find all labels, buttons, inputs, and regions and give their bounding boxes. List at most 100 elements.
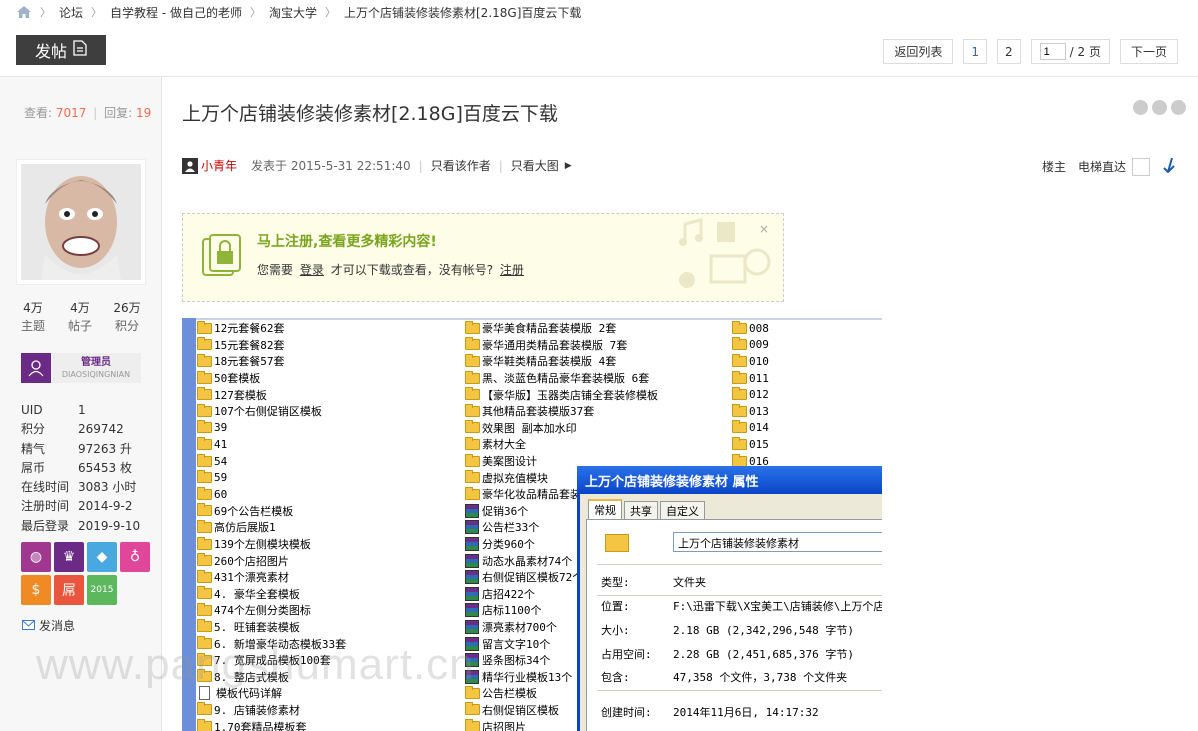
file-item[interactable]: 41 xyxy=(197,436,346,453)
file-item[interactable]: 6. 新增豪华动态模板33套 xyxy=(197,635,346,652)
document-icon xyxy=(199,686,210,701)
file-item[interactable]: 模板代码详解 xyxy=(197,685,346,702)
file-item[interactable]: 豪华通用类精品套装模版 7套 xyxy=(465,337,658,354)
folder-icon xyxy=(197,669,212,683)
post-image[interactable]: 12元套餐62套 15元套餐82套 18元套餐57套 50套模板 127套模板 107个右… xyxy=(182,318,882,731)
file-item[interactable]: 69个公告栏模板 xyxy=(197,503,346,520)
close-icon[interactable]: × xyxy=(759,222,769,236)
medal-icon[interactable]: ♁ xyxy=(120,542,150,572)
file-item[interactable]: 素材大全 xyxy=(465,436,658,453)
file-name: 店招图片 xyxy=(482,720,526,731)
folder-name-field[interactable]: 上万个店铺装修装修素材 xyxy=(673,532,882,552)
file-item[interactable]: 1.70套精品模板套 xyxy=(197,718,346,731)
avatar[interactable] xyxy=(16,159,146,285)
page-jump-input[interactable] xyxy=(1039,43,1066,60)
print-icon[interactable] xyxy=(1133,100,1148,115)
file-name: 54 xyxy=(214,454,228,468)
tab-general[interactable]: 常规 xyxy=(588,499,622,519)
file-item[interactable]: 107个右侧促销区模板 xyxy=(197,403,346,420)
next-thread-icon[interactable] xyxy=(1171,100,1186,115)
page-1-link[interactable]: 1 xyxy=(963,39,988,64)
view-reply-counts: 查看: 7017 | 回复: 19 xyxy=(24,104,151,121)
file-item[interactable]: 豪华鞋类精品套装模版 4套 xyxy=(465,353,658,370)
breadcrumb-taobao[interactable]: 淘宝大学 xyxy=(269,4,317,21)
file-item[interactable]: 012 xyxy=(732,386,769,403)
file-item[interactable]: 127套模板 xyxy=(197,386,346,403)
prop-key: 占用空间: xyxy=(601,648,652,661)
file-item[interactable]: 7. 宽屏成品模板100套 xyxy=(197,652,346,669)
stat-threads[interactable]: 4万 主题 xyxy=(10,299,56,335)
file-item[interactable]: 豪华美食精品套装模版 2套 xyxy=(465,320,658,337)
stat-points[interactable]: 26万 积分 xyxy=(104,299,150,335)
file-item[interactable]: 8. 整店式模板 xyxy=(197,668,346,685)
register-link[interactable]: 注册 xyxy=(500,263,524,277)
medal-icon[interactable]: ◍ xyxy=(21,542,51,572)
only-author-link[interactable]: 只看该作者 xyxy=(431,157,491,174)
login-link[interactable]: 登录 xyxy=(300,263,324,277)
elevator-go-icon[interactable] xyxy=(1162,157,1176,176)
file-item[interactable]: 9. 店铺装修素材 xyxy=(197,702,346,719)
file-item[interactable]: 5. 旺铺套装模板 xyxy=(197,619,346,636)
folder-icon xyxy=(197,652,212,666)
folder-icon xyxy=(732,320,747,334)
file-item[interactable]: 431个漂亮素材 xyxy=(197,569,346,586)
medal-icon[interactable]: 2015 xyxy=(87,575,117,605)
medal-icon[interactable]: ◆ xyxy=(87,542,117,572)
only-big-images-link[interactable]: 只看大图 xyxy=(511,157,559,174)
file-item[interactable]: 18元套餐57套 xyxy=(197,353,346,370)
login-notice: 马上注册,查看更多精彩内容! 您需要 登录 才可以下载或查看，没有帐号? 注册 … xyxy=(182,213,784,302)
file-item[interactable]: 4. 豪华全套模板 xyxy=(197,586,346,603)
file-name: 12元套餐62套 xyxy=(214,322,285,336)
file-name: 50套模板 xyxy=(214,372,261,386)
tab-customize[interactable]: 自定义 xyxy=(660,501,705,519)
info-key: 注册时间 xyxy=(21,499,70,514)
tab-sharing[interactable]: 共享 xyxy=(624,501,658,519)
file-name: 素材大全 xyxy=(482,438,526,452)
breadcrumb-forum[interactable]: 论坛 xyxy=(59,4,83,21)
file-item[interactable]: 011 xyxy=(732,370,769,387)
file-item[interactable]: 其他精品套装模版37套 xyxy=(465,403,658,420)
file-item[interactable]: 黑、淡蓝色精品豪华套装模版 6套 xyxy=(465,370,658,387)
file-item[interactable]: 008 xyxy=(732,320,769,337)
file-item[interactable]: 50套模板 xyxy=(197,370,346,387)
file-item[interactable]: 013 xyxy=(732,403,769,420)
file-item[interactable]: 效果图 副本加水印 xyxy=(465,420,658,437)
file-item[interactable]: 39 xyxy=(197,420,346,437)
file-item[interactable]: 60 xyxy=(197,486,346,503)
send-message-link[interactable]: 发消息 xyxy=(22,617,75,634)
file-name: 013 xyxy=(749,404,769,418)
file-item[interactable]: 014 xyxy=(732,420,769,437)
prev-thread-icon[interactable] xyxy=(1152,100,1167,115)
home-icon[interactable] xyxy=(16,5,32,19)
breadcrumb-tutorial[interactable]: 自学教程 - 做自己的老师 xyxy=(110,4,242,21)
archive-icon xyxy=(465,669,479,684)
file-item[interactable]: 54 xyxy=(197,453,346,470)
info-row: UID 1 xyxy=(21,401,140,420)
next-page-button[interactable]: 下一页 xyxy=(1119,39,1178,64)
page-total: / 2 页 xyxy=(1069,45,1101,59)
breadcrumb-current[interactable]: 上万个店铺装修装修素材[2.18G]百度云下载 xyxy=(344,4,581,21)
file-item[interactable]: 高仿后展版1 xyxy=(197,519,346,536)
file-item[interactable]: 010 xyxy=(732,353,769,370)
new-post-button[interactable]: 发帖 xyxy=(16,35,106,65)
medal-icon[interactable]: 屌 xyxy=(54,575,84,605)
author-link[interactable]: 小青年 xyxy=(201,157,237,174)
file-item[interactable]: 260个店招图片 xyxy=(197,552,346,569)
file-item[interactable]: 【豪华版】玉器类店铺全套装修模板 xyxy=(465,386,658,403)
page-2-link[interactable]: 2 xyxy=(997,39,1021,64)
file-item[interactable]: 15元套餐82套 xyxy=(197,337,346,354)
elevator-input[interactable] xyxy=(1132,157,1150,176)
file-item[interactable]: 009 xyxy=(732,337,769,354)
back-to-list-button[interactable]: 返回列表 xyxy=(883,39,954,64)
file-item[interactable]: 59 xyxy=(197,469,346,486)
file-item[interactable]: 015 xyxy=(732,436,769,453)
medal-icon[interactable]: $ xyxy=(21,575,51,605)
role-badge: 管理员 DIAOSIQINGNIAN xyxy=(21,353,141,383)
archive-icon xyxy=(465,537,479,552)
file-item[interactable]: 139个左侧模块模板 xyxy=(197,536,346,553)
file-item[interactable]: 474个左侧分类图标 xyxy=(197,602,346,619)
folder-icon xyxy=(197,569,212,583)
medal-icon[interactable]: ♛ xyxy=(54,542,84,572)
stat-posts[interactable]: 4万 帖子 xyxy=(57,299,103,335)
file-item[interactable]: 12元套餐62套 xyxy=(197,320,346,337)
